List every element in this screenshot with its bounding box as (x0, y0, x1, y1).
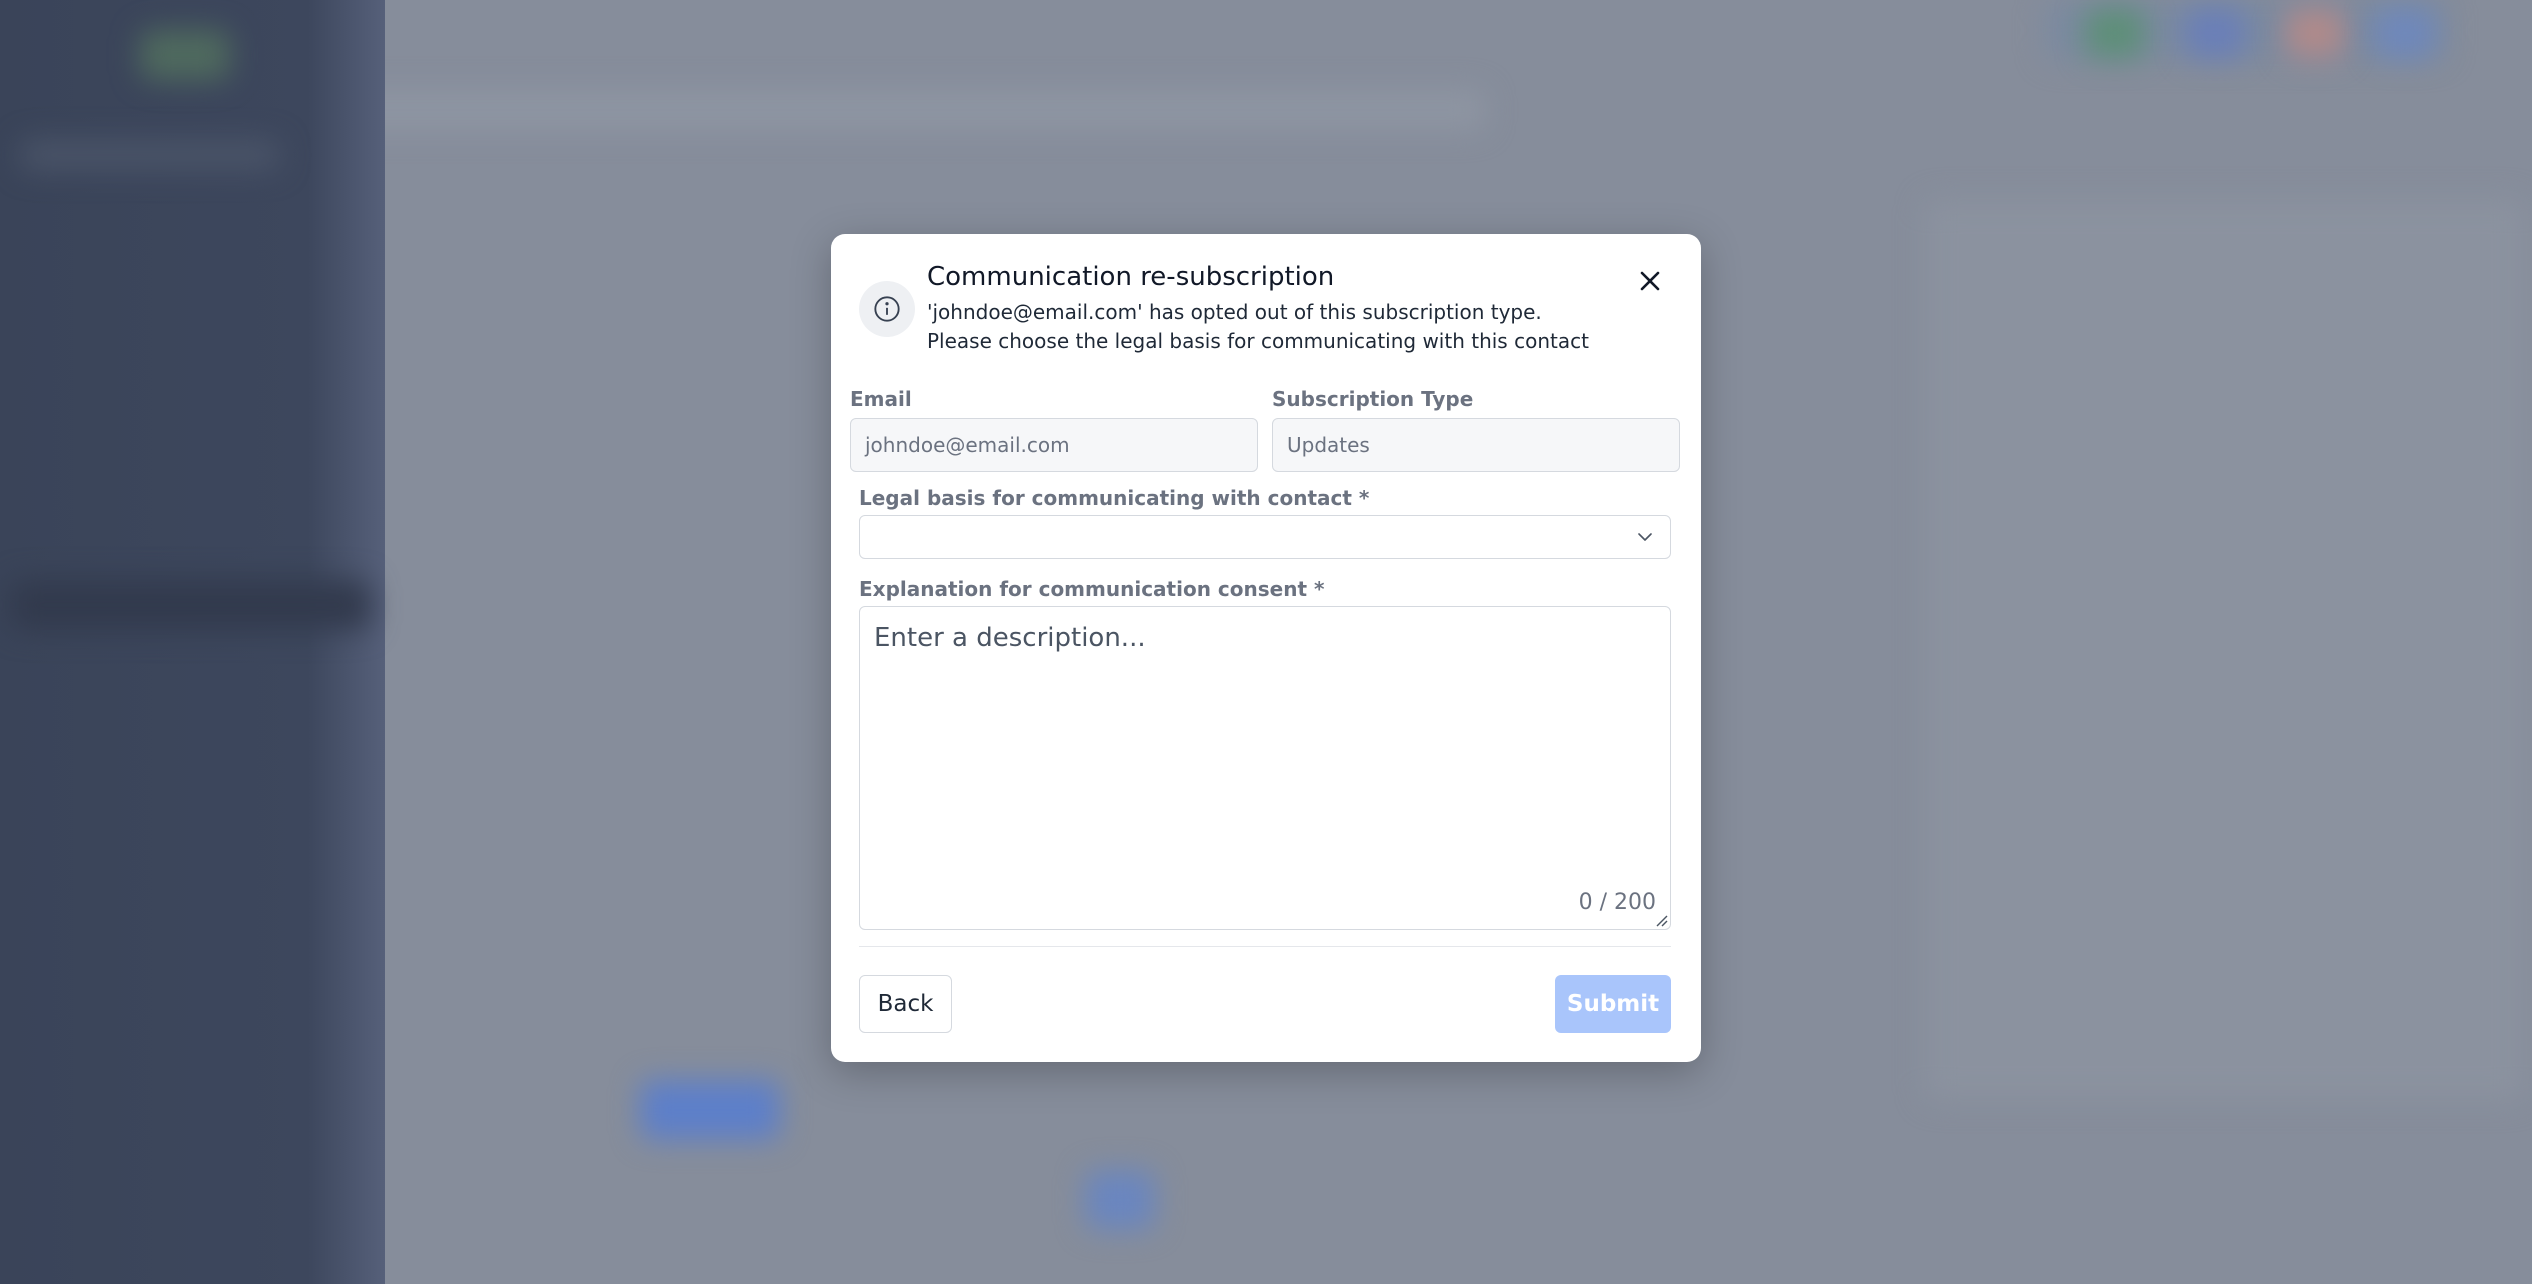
background-avatar (2085, 8, 2145, 58)
background-nav-active (10, 580, 370, 630)
background-tabs (285, 90, 1485, 130)
background-logo (140, 30, 230, 80)
submit-button[interactable]: Submit (1555, 975, 1671, 1033)
background-button (640, 1080, 780, 1140)
modal-title: Communication re-subscription (927, 262, 1335, 292)
background-sidebar (0, 0, 385, 1284)
back-button[interactable]: Back (859, 975, 952, 1033)
subscription-type-field[interactable]: Updates (1272, 418, 1680, 472)
close-button[interactable] (1633, 264, 1667, 298)
background-nav-item (20, 140, 280, 170)
email-field[interactable]: johndoe@email.com (850, 418, 1258, 472)
resubscription-modal: Communication re-subscription 'johndoe@e… (831, 234, 1701, 1062)
explanation-label: Explanation for communication consent * (859, 577, 1325, 601)
background-avatar (2185, 8, 2245, 58)
info-circle-icon (874, 296, 900, 322)
footer-divider (859, 946, 1671, 947)
resize-handle-icon[interactable] (1654, 913, 1668, 927)
email-label: Email (850, 387, 912, 411)
legal-basis-label: Legal basis for communicating with conta… (859, 486, 1370, 510)
info-icon (859, 281, 915, 337)
explanation-placeholder: Enter a description... (874, 623, 1146, 653)
email-value: johndoe@email.com (865, 433, 1070, 457)
background-panel (1925, 200, 2525, 1100)
legal-basis-select[interactable] (859, 515, 1671, 559)
background-avatar (2285, 8, 2345, 58)
subscription-type-label: Subscription Type (1272, 387, 1474, 411)
close-icon (1640, 271, 1660, 291)
background-button (1085, 1170, 1155, 1230)
background-avatar (2375, 8, 2435, 58)
app-screen: Communication re-subscription 'johndoe@e… (0, 0, 2532, 1284)
explanation-textarea[interactable]: Enter a description... 0 / 200 (859, 606, 1671, 930)
subscription-type-value: Updates (1287, 433, 1370, 457)
character-counter: 0 / 200 (1578, 890, 1656, 915)
modal-description: 'johndoe@email.com' has opted out of thi… (927, 300, 1589, 353)
chevron-down-icon (1638, 533, 1652, 541)
